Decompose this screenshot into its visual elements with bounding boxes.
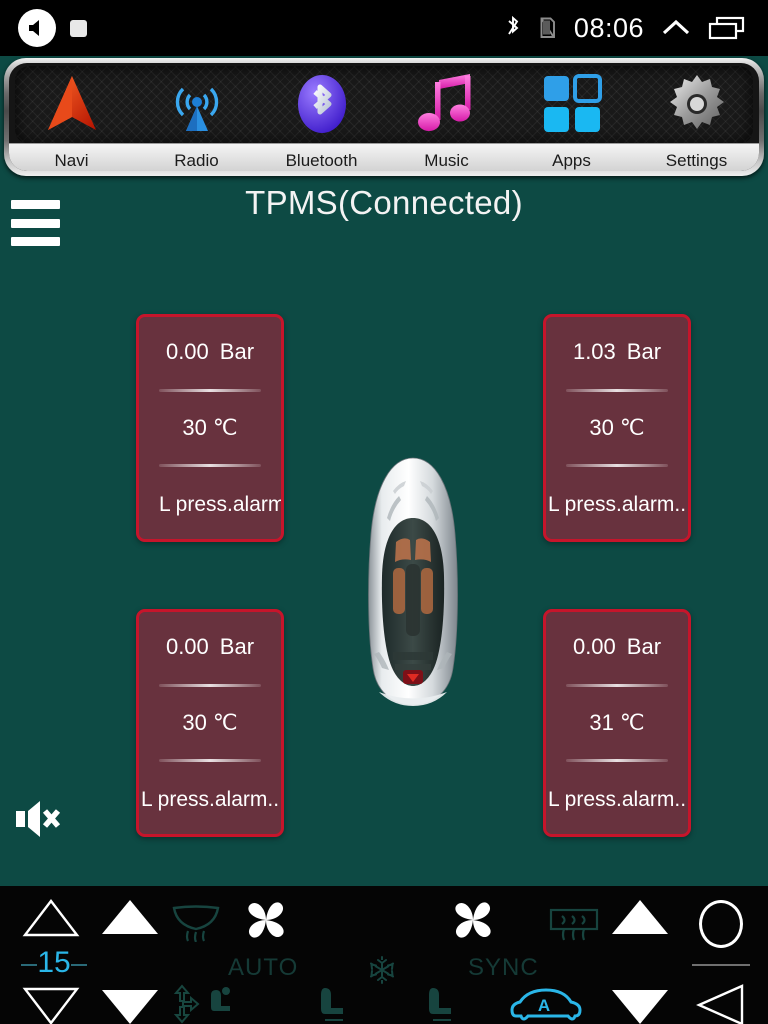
tyre-temperature-value: 30 ℃ — [182, 415, 238, 440]
seat-heater-icon[interactable] — [312, 984, 352, 1024]
tyre-temperature-value: 30 ℃ — [182, 710, 238, 735]
tyre-pressure-value: 0.00 Bar — [165, 634, 255, 659]
divider — [566, 464, 668, 467]
stop-square-icon[interactable] — [70, 19, 87, 37]
auto-recirculation-icon[interactable]: A — [508, 986, 584, 1024]
snowflake-icon[interactable] — [366, 954, 398, 991]
auto-label: AUTO — [228, 954, 299, 981]
temp-up-icon[interactable] — [610, 898, 670, 941]
volume-mute-icon[interactable] — [14, 798, 62, 840]
gear-icon — [666, 67, 728, 141]
dock-label: Bluetooth — [285, 151, 358, 170]
music-note-icon — [416, 67, 478, 141]
tyre-panel-front-right[interactable]: 1.03 Bar 30 ℃ L press.alarm.. — [543, 314, 691, 542]
car-head-unit-screen: 08:06 Navi Radio Bluetooth Music Apps Se… — [0, 0, 768, 1024]
sim-card-off-icon — [540, 17, 555, 39]
temp-up-outline-icon[interactable] — [22, 898, 80, 943]
tyre-status-text: L press.alarm.. — [140, 788, 280, 811]
dock-item-navi[interactable]: Navi — [9, 63, 134, 171]
dock-item-settings[interactable]: Settings — [634, 63, 759, 171]
temperature-value-left: 15 — [14, 946, 94, 980]
temp-down-icon[interactable] — [610, 988, 670, 1024]
status-clock: 08:06 — [573, 12, 644, 43]
tyre-pressure-value: 0.00 Bar — [572, 634, 662, 659]
sync-label: SYNC — [468, 954, 539, 981]
fan-up-icon[interactable] — [100, 898, 160, 941]
divider — [159, 464, 261, 467]
climate-control-bar: 15 AUTO SYNC A — [0, 884, 768, 1024]
tyre-pressure-value: 1.03 Bar — [572, 339, 662, 364]
divider — [566, 759, 668, 762]
tyre-pressure-unit: Bar — [219, 339, 255, 364]
divider — [566, 389, 668, 392]
tyre-status-text: L press.alarm.. — [158, 493, 284, 516]
dock-item-music[interactable]: Music — [384, 63, 509, 171]
front-defrost-icon[interactable] — [168, 904, 224, 947]
svg-text:A: A — [538, 996, 550, 1015]
tyre-pressure-unit: Bar — [626, 634, 662, 659]
divider — [566, 684, 668, 687]
dock-item-radio[interactable]: Radio — [134, 63, 259, 171]
app-dock: Navi Radio Bluetooth Music Apps Settings — [4, 58, 764, 176]
page-title: TPMS(Connected) — [245, 184, 523, 221]
tyre-status-text: L press.alarm.. — [547, 493, 687, 516]
dock-label: Navi — [54, 151, 89, 170]
tyre-pressure-value: 0.00 Bar — [165, 339, 255, 364]
airflow-mode-icon[interactable] — [168, 982, 248, 1024]
radio-tower-icon — [166, 67, 228, 141]
dock-item-bluetooth[interactable]: Bluetooth — [259, 63, 384, 171]
tyre-temperature-value: 31 ℃ — [589, 710, 645, 735]
dock-label: Settings — [665, 151, 728, 170]
fan-icon[interactable] — [243, 898, 289, 947]
tyre-status-text: L press.alarm.. — [547, 788, 687, 811]
knob-divider — [692, 964, 750, 966]
seat-heater-icon[interactable] — [420, 984, 460, 1024]
temperature-text: 15 — [37, 946, 71, 979]
divider — [159, 389, 261, 392]
recent-apps-icon[interactable] — [708, 15, 746, 41]
tyre-pressure-unit: Bar — [626, 339, 662, 364]
tyre-temperature-value: 30 ℃ — [589, 415, 645, 440]
tyre-pressure-unit: Bar — [219, 634, 255, 659]
dock-label: Radio — [174, 151, 219, 170]
status-bar: 08:06 — [0, 0, 768, 56]
auto-button[interactable]: AUTO — [228, 954, 298, 982]
rear-defrost-icon[interactable] — [548, 908, 600, 947]
navigation-arrow-icon — [44, 67, 100, 141]
divider — [159, 684, 261, 687]
bluetooth-icon — [508, 15, 519, 35]
dock-label: Music — [424, 151, 469, 170]
car-top-view-icon — [363, 456, 463, 708]
tyre-panel-front-left[interactable]: 0.00 Bar 30 ℃ L press.alarm.. — [136, 314, 284, 542]
divider — [159, 759, 261, 762]
temp-down-outline-icon[interactable] — [22, 986, 80, 1024]
volume-knob-icon[interactable] — [699, 900, 743, 948]
tyre-panel-rear-left[interactable]: 0.00 Bar 30 ℃ L press.alarm.. — [136, 609, 284, 837]
apps-grid-icon — [542, 67, 602, 141]
dash-right — [70, 964, 87, 966]
tyre-panel-rear-right[interactable]: 0.00 Bar 31 ℃ L press.alarm.. — [543, 609, 691, 837]
bluetooth-icon — [293, 67, 351, 141]
dock-item-apps[interactable]: Apps — [509, 63, 634, 171]
back-triangle-icon[interactable] — [696, 984, 746, 1024]
fan-icon[interactable] — [450, 898, 496, 947]
fan-down-icon[interactable] — [100, 988, 160, 1024]
dash-left — [21, 964, 38, 966]
sync-button[interactable]: SYNC — [468, 954, 539, 982]
dock-label: Apps — [552, 151, 591, 170]
volume-icon[interactable] — [18, 9, 56, 47]
chevron-up-icon[interactable] — [661, 16, 691, 40]
